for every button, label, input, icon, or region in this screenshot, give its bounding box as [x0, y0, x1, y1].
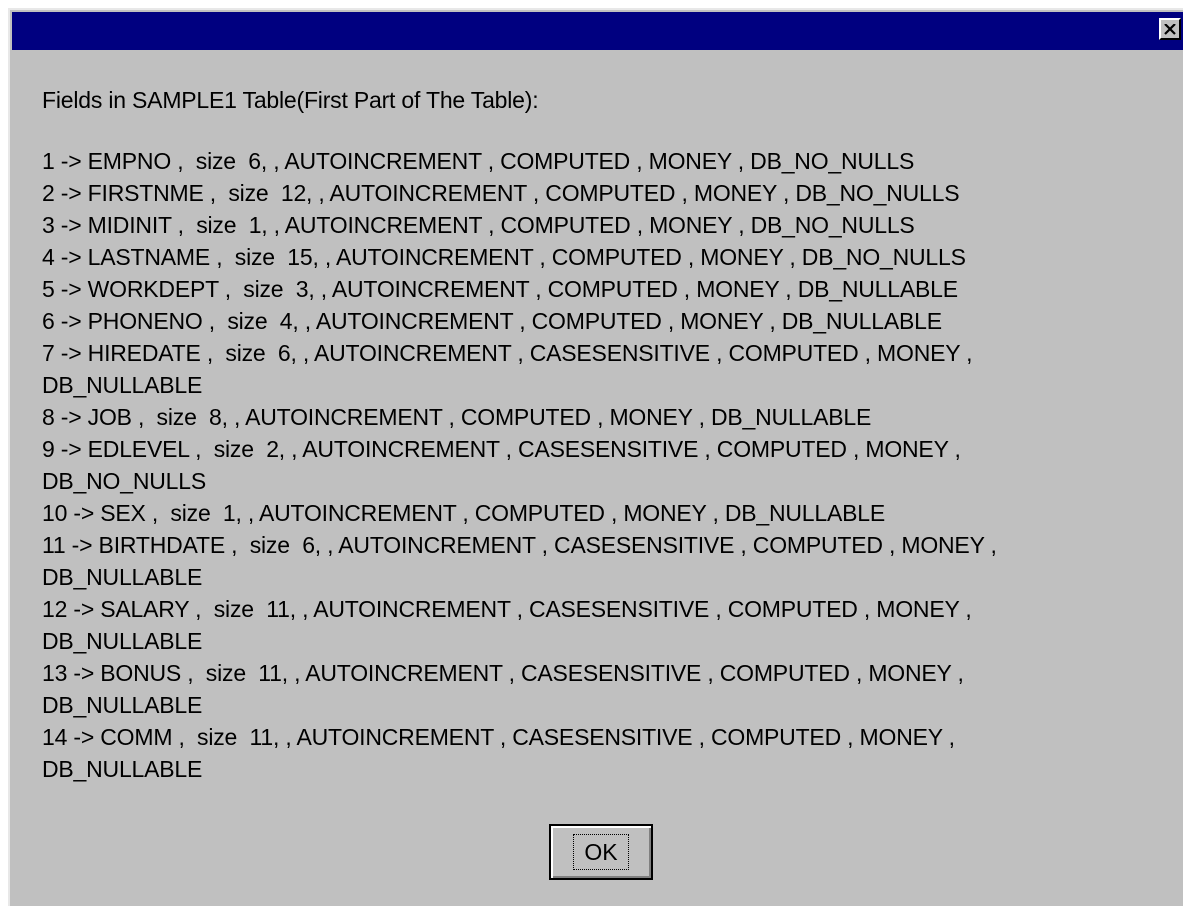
- field-line: DB_NULLABLE: [42, 372, 203, 398]
- field-line: 5 -> WORKDEPT , size 3, , AUTOINCREMENT …: [42, 276, 958, 302]
- field-line: 13 -> BONUS , size 11, , AUTOINCREMENT ,…: [42, 660, 964, 686]
- field-line: 2 -> FIRSTNME , size 12, , AUTOINCREMENT…: [42, 180, 960, 206]
- field-line: 6 -> PHONENO , size 4, , AUTOINCREMENT ,…: [42, 308, 942, 334]
- field-line: 11 -> BIRTHDATE , size 6, , AUTOINCREMEN…: [42, 532, 997, 558]
- field-line: DB_NULLABLE: [42, 692, 203, 718]
- title-bar[interactable]: [12, 12, 1183, 50]
- message-body: Fields in SAMPLE1 Table(First Part of Th…: [42, 84, 1163, 785]
- field-line: 4 -> LASTNAME , size 15, , AUTOINCREMENT…: [42, 244, 966, 270]
- field-list: 1 -> EMPNO , size 6, , AUTOINCREMENT , C…: [42, 145, 1163, 785]
- close-icon: [1164, 23, 1176, 35]
- ok-button-label: OK: [573, 834, 629, 870]
- field-line: 8 -> JOB , size 8, , AUTOINCREMENT , COM…: [42, 404, 872, 430]
- field-line: 1 -> EMPNO , size 6, , AUTOINCREMENT , C…: [42, 148, 915, 174]
- field-line: DB_NO_NULLS: [42, 468, 206, 494]
- message-heading: Fields in SAMPLE1 Table(First Part of Th…: [42, 87, 539, 113]
- field-line: 14 -> COMM , size 11, , AUTOINCREMENT , …: [42, 724, 955, 750]
- field-line: DB_NULLABLE: [42, 628, 203, 654]
- field-line: 12 -> SALARY , size 11, , AUTOINCREMENT …: [42, 596, 972, 622]
- ok-button[interactable]: OK: [549, 824, 653, 880]
- field-line: DB_NULLABLE: [42, 564, 203, 590]
- field-line: 9 -> EDLEVEL , size 2, , AUTOINCREMENT ,…: [42, 436, 961, 462]
- field-line: 3 -> MIDINIT , size 1, , AUTOINCREMENT ,…: [42, 212, 915, 238]
- close-button[interactable]: [1159, 18, 1181, 40]
- message-dialog: Fields in SAMPLE1 Table(First Part of Th…: [8, 8, 1183, 906]
- field-line: 10 -> SEX , size 1, , AUTOINCREMENT , CO…: [42, 500, 885, 526]
- field-line: 7 -> HIREDATE , size 6, , AUTOINCREMENT …: [42, 340, 973, 366]
- field-line: DB_NULLABLE: [42, 756, 203, 782]
